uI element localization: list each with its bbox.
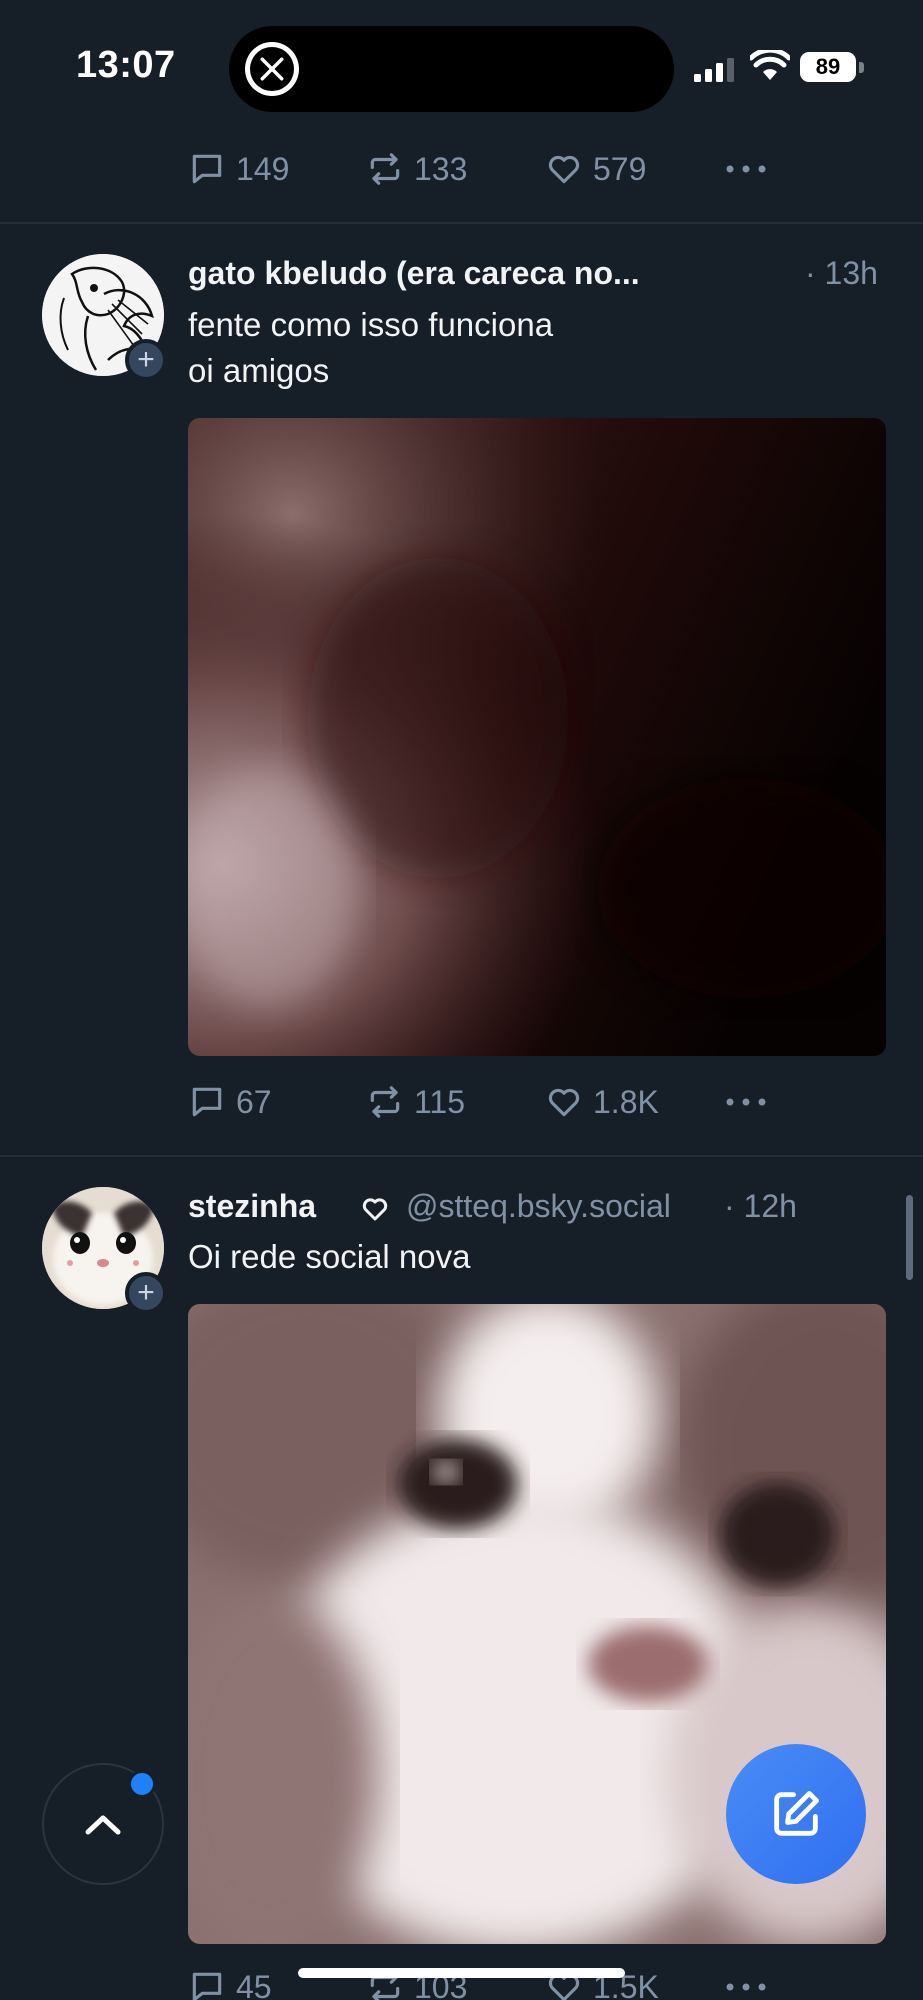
post-image[interactable] xyxy=(188,418,886,1056)
post-text-line: fente como isso funciona xyxy=(188,306,554,343)
display-name[interactable]: stezinha xyxy=(188,1188,316,1225)
status-time: 13:07 xyxy=(76,44,176,86)
battery-indicator: 89 xyxy=(800,52,856,82)
ellipsis-icon xyxy=(726,165,766,173)
post-text: Oi rede social nova xyxy=(188,1234,470,1280)
status-bar: 13:07 89 xyxy=(0,0,923,135)
repost-count: 115 xyxy=(414,1083,466,1120)
follow-plus-button[interactable]: + xyxy=(125,339,167,381)
heart-icon xyxy=(548,1088,580,1117)
dynamic-island xyxy=(229,26,674,112)
reply-button[interactable]: 45 xyxy=(188,1962,272,2000)
cellular-signal-icon xyxy=(694,58,734,82)
scrollbar[interactable] xyxy=(906,1195,913,1280)
post-header: gato kbeludo (era careca no... · 13h xyxy=(188,255,888,301)
post-header: stezinha @stteq.bsky.social · 12h xyxy=(188,1188,888,1234)
x-logo-icon[interactable] xyxy=(245,42,299,96)
repost-arrows-icon xyxy=(370,1086,400,1118)
speech-bubble-icon xyxy=(192,1972,222,2000)
like-button[interactable]: 579 xyxy=(545,144,646,194)
ellipsis-icon xyxy=(726,1983,766,1991)
battery-cap xyxy=(859,62,864,73)
repost-count: 133 xyxy=(414,150,468,187)
compose-button[interactable] xyxy=(726,1744,866,1884)
reply-count: 45 xyxy=(236,1968,272,2000)
post-text: fente como isso funciona oi amigos xyxy=(188,302,553,394)
heart-outline-icon xyxy=(362,1198,388,1221)
more-options-button[interactable] xyxy=(724,1962,778,2000)
repost-button[interactable]: 115 xyxy=(366,1077,465,1127)
like-count: 579 xyxy=(593,150,647,187)
like-count: 1.8K xyxy=(593,1083,659,1120)
plus-icon: + xyxy=(137,1276,155,1309)
home-indicator[interactable] xyxy=(298,1968,625,1978)
post-timestamp: · 12h xyxy=(724,1188,797,1224)
compose-pen-icon xyxy=(774,1791,819,1836)
wifi-icon xyxy=(750,50,790,80)
more-options-button[interactable] xyxy=(724,1077,778,1127)
more-options-button[interactable] xyxy=(724,144,778,194)
display-name[interactable]: gato kbeludo (era careca no... xyxy=(188,255,640,292)
like-button[interactable]: 1.8K xyxy=(545,1077,659,1127)
speech-bubble-icon xyxy=(192,1087,222,1117)
post-timestamp: · 13h xyxy=(805,255,878,291)
post-actions: 67 115 1.8K xyxy=(188,1077,888,1127)
plus-icon: + xyxy=(137,343,155,376)
blurred-face-image xyxy=(188,418,886,1056)
speech-bubble-icon xyxy=(192,154,222,184)
post-actions-previous: 149 133 579 xyxy=(188,144,888,194)
reply-count: 67 xyxy=(236,1083,272,1120)
new-posts-indicator xyxy=(128,1770,156,1798)
heart-icon xyxy=(548,155,580,184)
user-handle[interactable]: @stteq.bsky.social xyxy=(406,1188,671,1225)
post-text-line: Oi rede social nova xyxy=(188,1238,471,1275)
ellipsis-icon xyxy=(726,1098,766,1106)
reply-count: 149 xyxy=(236,150,290,187)
reply-button[interactable]: 67 xyxy=(188,1077,272,1127)
follow-plus-button[interactable]: + xyxy=(125,1272,167,1314)
repost-arrows-icon xyxy=(370,153,400,185)
post-divider xyxy=(0,1155,923,1157)
reply-button[interactable]: 149 xyxy=(188,144,289,194)
repost-button[interactable]: 133 xyxy=(366,144,467,194)
post-divider xyxy=(0,222,923,224)
chevron-up-icon xyxy=(85,1815,121,1835)
post-text-line: oi amigos xyxy=(188,352,330,389)
